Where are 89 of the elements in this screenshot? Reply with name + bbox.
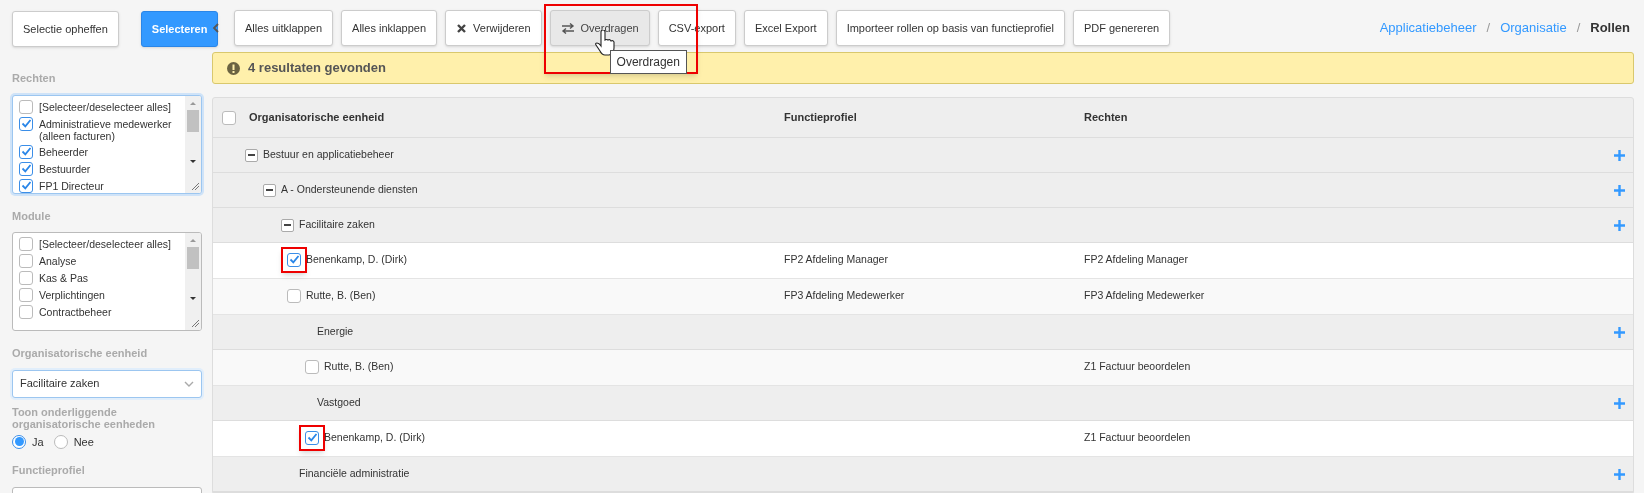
toolbar-button[interactable]: Importeer rollen op basis van functieprofiel: [835, 10, 1065, 46]
checkbox[interactable]: [19, 144, 33, 159]
transfer-arrows-icon: [560, 22, 575, 34]
table-row[interactable]: Benenkamp, D. (Dirk) FP2 Afdeling Manager FP2 Afdeling Manager: [213, 243, 1633, 279]
field-label: Toon onderliggende organisatorische eenheden: [12, 405, 157, 430]
table-cell-text: FP2 Afdeling Manager: [1084, 252, 1188, 267]
table-cell-text: FP3 Afdeling Medewerker: [784, 288, 906, 303]
checkbox[interactable]: [222, 110, 236, 125]
option-label: FP1 Directeur: [39, 178, 104, 192]
org-unit-name: Facilitaire zaken: [299, 217, 375, 233]
collapse-toggle[interactable]: [281, 218, 294, 232]
scrollbar-icon: [185, 233, 201, 330]
table-cell-text: FP2 Afdeling Manager: [784, 252, 889, 267]
tooltip: Overdragen: [609, 50, 687, 74]
plus-icon: [1614, 468, 1625, 480]
plus-icon: [1614, 184, 1625, 196]
person-name: Benenkamp, D. (Dirk): [306, 252, 407, 267]
table-cell-text: Z1 Factuur beoordelen: [1084, 359, 1191, 374]
checkbox[interactable]: [19, 178, 33, 193]
org-unit-name: Vastgoed: [317, 395, 361, 411]
alert-message: 4 resultaten gevonden: [248, 59, 386, 78]
org-unit-name: A - Ondersteunende diensten: [281, 182, 418, 198]
checkbox-list[interactable]: [Selecteer/deselecteer alles] Analyse Kas & Pas Verplichtingen Contractbeheer: [12, 232, 202, 331]
field-label: Module: [12, 208, 52, 224]
checkbox[interactable]: [19, 305, 33, 319]
toolbar-button[interactable]: Alles inklappen: [341, 10, 438, 46]
breadcrumb-current: Rollen: [1590, 19, 1630, 38]
table-cell-text: FP3 Afdeling Medewerker: [1084, 288, 1205, 303]
chevron-left-icon: [212, 23, 220, 33]
person-name: Rutte, B. (Ben): [306, 288, 376, 303]
org-unit-name: Bestuur en applicatiebeheer: [263, 147, 394, 163]
option-label: Bestuurder: [39, 161, 91, 175]
checkbox[interactable]: [19, 99, 33, 114]
scrollbar-icon: [185, 95, 201, 193]
table-row[interactable]: Rutte, B. (Ben) FP3 Afdeling Medewerker FP3 Afdeling Medewerker: [213, 279, 1633, 315]
column-header: Rechten: [1084, 110, 1128, 126]
toolbar-button[interactable]: Alles uitklappen: [234, 10, 334, 46]
option-label: Analyse: [39, 254, 77, 267]
checkbox[interactable]: [19, 271, 33, 285]
field-label: Organisatorische eenheid: [12, 346, 149, 361]
table-row[interactable]: Benenkamp, D. (Dirk) Z1 Factuur beoordelen: [213, 421, 1633, 457]
collapse-toggle[interactable]: [245, 148, 258, 162]
exclamation-icon: [227, 61, 240, 75]
field-label: Functieprofiel: [12, 463, 86, 478]
option-label: Contractbeheer: [39, 305, 112, 318]
checkbox[interactable]: [305, 359, 319, 374]
option-label: Administratieve medewerker (alleen facturen): [39, 116, 173, 142]
table-row[interactable]: Rutte, B. (Ben) Z1 Factuur beoordelen: [213, 350, 1633, 386]
close-icon: [456, 22, 468, 34]
select-field[interactable]: Facilitaire zaken: [12, 369, 202, 398]
checkbox[interactable]: [19, 237, 33, 251]
plus-icon: [1614, 219, 1625, 231]
radio-label: Nee: [73, 434, 94, 450]
person-name: Rutte, B. (Ben): [324, 359, 394, 374]
table-cell-text: Z1 Factuur beoordelen: [1084, 430, 1191, 445]
checkbox-list[interactable]: [Selecteer/deselecteer alles] Administratieve medewerker (alleen facturen) Beheerder Bestuurder FP1 Directeur: [12, 94, 202, 194]
breadcrumb-separator: /: [1486, 19, 1491, 38]
plus-icon: [1614, 326, 1625, 338]
org-unit-name: Financiële administratie: [299, 466, 410, 482]
radio-label: Ja: [32, 434, 44, 450]
checkbox[interactable]: [287, 288, 301, 303]
checkbox[interactable]: [19, 254, 33, 268]
chevron-down-icon: [184, 380, 194, 387]
person-name: Benenkamp, D. (Dirk): [324, 430, 425, 445]
checkbox[interactable]: [305, 430, 319, 445]
checkbox[interactable]: [19, 161, 33, 176]
toolbar-button[interactable]: Excel Export: [743, 10, 828, 46]
checkbox[interactable]: [19, 116, 33, 131]
option-label: [Selecteer/deselecteer alles]: [39, 237, 171, 250]
checkbox[interactable]: [287, 252, 301, 267]
column-header: Organisatorische eenheid: [249, 110, 385, 126]
toolbar-button[interactable]: PDF genereren: [1072, 10, 1171, 46]
org-unit-name: Energie: [317, 324, 354, 340]
option-label: Verplichtingen: [39, 288, 105, 301]
breadcrumb-separator: /: [1576, 19, 1581, 38]
toolbar-button[interactable]: Selectie opheffen: [12, 11, 119, 47]
option-label: Kas & Pas: [39, 271, 89, 284]
radio-button[interactable]: [53, 434, 68, 449]
collapse-toggle[interactable]: [263, 183, 276, 197]
toolbar-button[interactable]: Overdragen: [549, 10, 650, 46]
field-label: Rechten: [12, 71, 57, 86]
radio-button[interactable]: [12, 434, 26, 449]
column-header: Functieprofiel: [784, 110, 858, 126]
option-label: [Selecteer/deselecteer alles]: [39, 99, 171, 113]
plus-icon: [1614, 149, 1625, 161]
plus-icon: [1614, 397, 1625, 409]
checkbox[interactable]: [19, 288, 33, 302]
toolbar-button[interactable]: Verwijderen: [445, 10, 542, 46]
option-label: Beheerder: [39, 144, 89, 158]
